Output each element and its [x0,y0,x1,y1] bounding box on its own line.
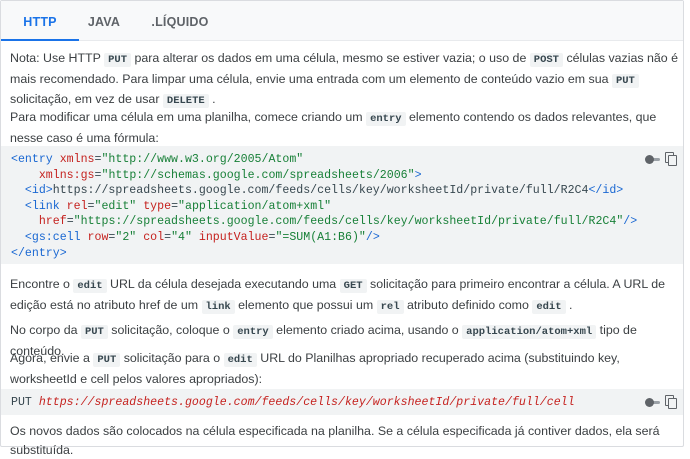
inline-code: PUT [80,325,108,339]
text: No corpo da [10,323,81,337]
text: Encontre o [10,277,74,291]
text: atributo definido como [403,297,533,312]
inline-code: POST [529,53,563,67]
dark-mode-toggle-icon[interactable] [645,154,661,164]
code-line: href="https://spreadsheets.google.com/fe… [38,215,638,229]
inline-code: PUT [611,73,639,88]
code-line: <id>https://spreadsheets.google.com/feed… [11,184,624,198]
xml-code-block[interactable]: <entry xmlns="http://www.w3.org/2005/Ato… [1,146,683,264]
code-tools [645,151,677,167]
inline-code: link [201,299,235,314]
result-paragraph: Os novos dados são colocados na célula e… [10,424,660,457]
inline-code: GET [339,279,367,293]
text: Para modificar uma célula em uma planilh… [10,110,367,124]
text: elemento que possui um [234,297,377,312]
inline-code: PUT [104,53,132,67]
text: para alterar os dados em uma célula, mes… [131,51,530,65]
text: . [208,92,216,106]
send-request-paragraph: Agora, envie a PUT solicitação para o ed… [10,349,680,388]
tab-http[interactable]: HTTP [1,1,79,41]
text: solicitação, coloque o [107,323,234,337]
copy-icon[interactable] [665,152,677,166]
tab-java[interactable]: JAVA [79,1,129,41]
code-line: </entry> [11,246,67,260]
code-tools [645,394,677,410]
inline-code: entry [233,325,273,339]
inline-code: edit [223,353,257,367]
text: solicitação, em vez de usar [10,92,163,106]
inline-code: DELETE [162,94,209,108]
code-line: <gs:cell row="2" col="4" inputValue="=SU… [11,230,380,244]
code-sample-panel: HTTP JAVA .LÍQUIDO Nota: Use HTTP PUT pa… [0,0,684,457]
inline-code: entry [366,112,406,126]
text: Nota: Use HTTP [10,51,105,65]
text: . [565,297,573,312]
text: solicitação para o [120,351,224,365]
copy-icon[interactable] [665,395,677,409]
note-paragraph: Nota: Use HTTP PUT para alterar os dados… [10,49,680,111]
code-line: PUT https://spreadsheets.google.com/feed… [11,396,575,409]
inline-code: rel [376,299,404,314]
inline-code: application/atom+xml [462,325,597,339]
text: URL da célula desejada executando uma [106,277,340,291]
code-line: xmlns:gs="http://schemas.google.com/spre… [38,168,422,182]
find-edit-url-paragraph: Encontre o edit URL da célula desejada e… [10,275,680,316]
inline-code: edit [532,299,566,314]
text: Agora, envie a [10,351,94,365]
put-request-code-block[interactable]: PUT https://spreadsheets.google.com/feed… [1,389,683,415]
text: elemento criado acima, usando o [272,323,463,337]
language-tabs: HTTP JAVA .LÍQUIDO [1,1,683,41]
code-line: <link rel="edit" type="application/atom+… [11,199,332,213]
code-line: <entry xmlns="http://www.w3.org/2005/Ato… [11,153,304,166]
dark-mode-toggle-icon[interactable] [645,397,661,407]
tab-liquido[interactable]: .LÍQUIDO [143,1,217,41]
intro-paragraph: Para modificar uma célula em uma planilh… [10,108,680,147]
inline-code: PUT [93,353,121,367]
inline-code: edit [73,279,107,293]
